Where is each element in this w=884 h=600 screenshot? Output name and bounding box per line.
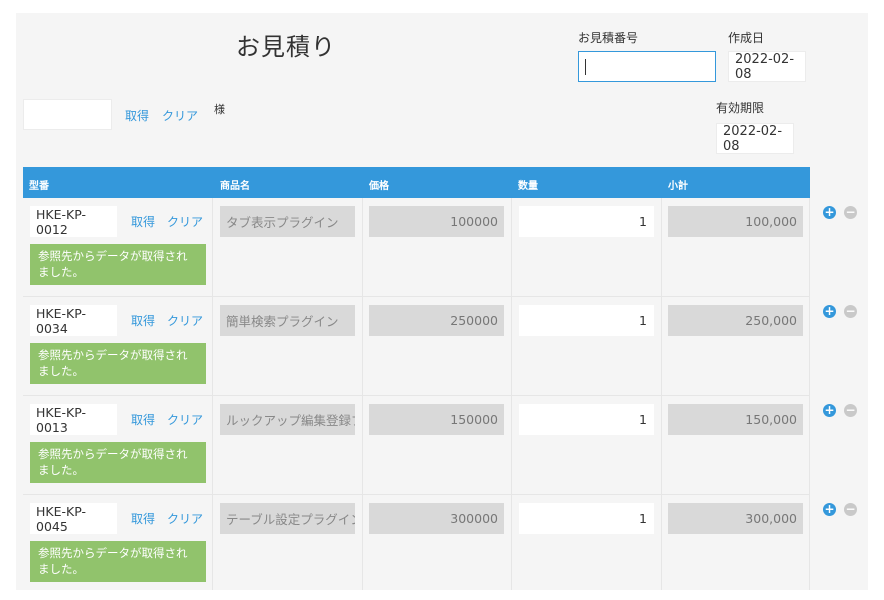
price-field: 250000 — [369, 305, 504, 336]
page-title: お見積り — [236, 33, 336, 61]
product-code-input[interactable]: HKE-KP-0013 — [30, 404, 117, 435]
fetch-success-message: 参照先からデータが取得されました。 — [30, 541, 206, 582]
product-code-input[interactable]: HKE-KP-0045 — [30, 503, 117, 534]
price-field: 150000 — [369, 404, 504, 435]
product-name-field: テーブル設定プラグイン — [220, 503, 355, 534]
table-row: HKE-KP-0012 取得 クリア 参照先からデータが取得されました。 タブ表… — [23, 198, 810, 297]
fetch-success-message: 参照先からデータが取得されました。 — [30, 343, 206, 384]
quantity-input[interactable]: 1 — [519, 404, 654, 435]
column-header-qty: 数量 — [518, 181, 538, 192]
fetch-success-message: 参照先からデータが取得されました。 — [30, 244, 206, 285]
product-get-link[interactable]: 取得 — [131, 312, 155, 329]
table-row: HKE-KP-0034 取得 クリア 参照先からデータが取得されました。 簡単検… — [23, 297, 810, 396]
column-header-price: 価格 — [369, 181, 389, 192]
product-get-link[interactable]: 取得 — [131, 411, 155, 428]
remove-row-button[interactable]: − — [844, 206, 857, 219]
product-get-link[interactable]: 取得 — [131, 213, 155, 230]
customer-clear-link[interactable]: クリア — [162, 107, 198, 124]
created-date-label: 作成日 — [728, 31, 765, 45]
table-row: HKE-KP-0013 取得 クリア 参照先からデータが取得されました。 ルック… — [23, 396, 810, 495]
created-date-value: 2022-02-08 — [735, 51, 795, 82]
product-code-input[interactable]: HKE-KP-0034 — [30, 305, 117, 336]
created-date-field[interactable]: 2022-02-08 — [728, 51, 806, 82]
table-row: HKE-KP-0045 取得 クリア 参照先からデータが取得されました。 テーブ… — [23, 495, 810, 590]
subtotal-field: 150,000 — [668, 404, 803, 435]
product-get-link[interactable]: 取得 — [131, 510, 155, 527]
text-caret — [585, 58, 586, 75]
subtotal-field: 250,000 — [668, 305, 803, 336]
quantity-input[interactable]: 1 — [519, 206, 654, 237]
product-name-field: タブ表示プラグイン — [220, 206, 355, 237]
price-field: 300000 — [369, 503, 504, 534]
customer-get-link[interactable]: 取得 — [125, 107, 149, 124]
remove-row-button[interactable]: − — [844, 503, 857, 516]
product-clear-link[interactable]: クリア — [167, 213, 203, 230]
remove-row-button[interactable]: − — [844, 404, 857, 417]
column-header-subtotal: 小計 — [668, 181, 688, 192]
add-row-button[interactable]: + — [823, 206, 836, 219]
quantity-input[interactable]: 1 — [519, 305, 654, 336]
fetch-success-message: 参照先からデータが取得されました。 — [30, 442, 206, 483]
column-header-code: 型番 — [29, 181, 49, 192]
product-name-field: ルックアップ編集登録プ — [220, 404, 355, 435]
valid-until-field[interactable]: 2022-02-08 — [716, 123, 794, 154]
quantity-input[interactable]: 1 — [519, 503, 654, 534]
quote-form: お見積り お見積番号 作成日 2022-02-08 取得 クリア 様 有効期限 … — [16, 13, 868, 590]
column-header-name: 商品名 — [220, 181, 250, 192]
product-clear-link[interactable]: クリア — [167, 411, 203, 428]
add-row-button[interactable]: + — [823, 503, 836, 516]
subtotal-field: 100,000 — [668, 206, 803, 237]
table-header: 型番 商品名 価格 数量 小計 — [23, 167, 810, 198]
remove-row-button[interactable]: − — [844, 305, 857, 318]
product-name-field: 簡単検索プラグイン — [220, 305, 355, 336]
honorific-label: 様 — [214, 103, 225, 116]
product-code-input[interactable]: HKE-KP-0012 — [30, 206, 117, 237]
price-field: 100000 — [369, 206, 504, 237]
quote-number-label: お見積番号 — [578, 31, 639, 45]
customer-name-input[interactable] — [23, 99, 112, 130]
subtotal-field: 300,000 — [668, 503, 803, 534]
product-clear-link[interactable]: クリア — [167, 312, 203, 329]
valid-until-label: 有効期限 — [716, 101, 765, 115]
add-row-button[interactable]: + — [823, 305, 836, 318]
product-clear-link[interactable]: クリア — [167, 510, 203, 527]
quote-number-input[interactable] — [578, 51, 716, 82]
add-row-button[interactable]: + — [823, 404, 836, 417]
valid-until-value: 2022-02-08 — [723, 123, 783, 154]
